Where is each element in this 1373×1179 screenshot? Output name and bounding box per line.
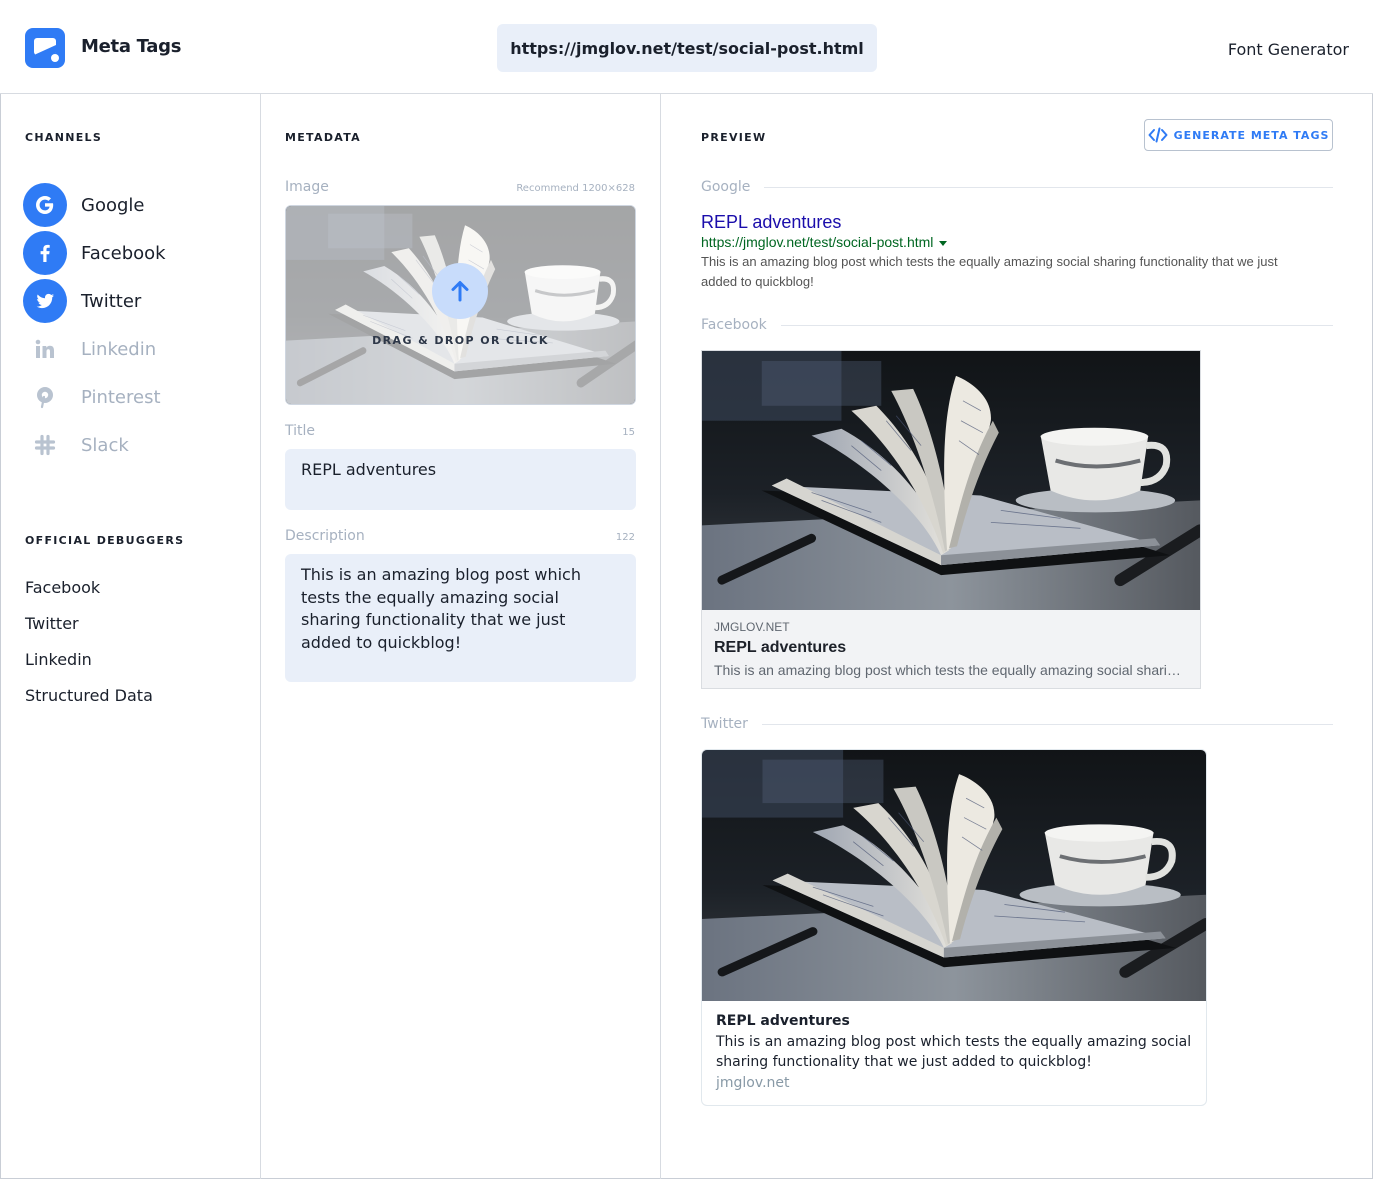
twitter-preview-meta: REPL adventures This is an amazing blog … <box>702 1001 1206 1103</box>
meta-tags-logo-icon[interactable] <box>25 28 65 68</box>
column-divider <box>660 94 661 1179</box>
image-label: Image <box>285 179 329 195</box>
channel-label: Google <box>81 194 145 216</box>
linkedin-icon <box>23 327 67 371</box>
debugger-linkedin-link[interactable]: Linkedin <box>25 650 92 669</box>
facebook-preview-card: JMGLOV.NET REPL adventures This is an am… <box>701 350 1201 689</box>
twitter-preview-description: This is an amazing blog post which tests… <box>716 1034 1192 1070</box>
channel-facebook[interactable]: Facebook <box>23 231 166 275</box>
facebook-icon <box>23 231 67 275</box>
facebook-preview-label: Facebook <box>701 317 781 333</box>
preview-heading: PREVIEW <box>701 131 767 144</box>
twitter-preview-label: Twitter <box>701 716 762 732</box>
pinterest-icon <box>23 375 67 419</box>
image-dropzone[interactable]: DRAG & DROP OR CLICK <box>285 205 636 405</box>
facebook-preview-domain: JMGLOV.NET <box>714 620 790 634</box>
top-header: Meta Tags https://jmglov.net/test/social… <box>0 0 1373 94</box>
google-result-url: https://jmglov.net/test/social-post.html <box>701 234 948 250</box>
official-debuggers-heading: OFFICIAL DEBUGGERS <box>25 534 185 547</box>
twitter-preview-image <box>702 750 1206 1001</box>
description-char-count: 122 <box>615 532 635 543</box>
generate-button-label: GENERATE META TAGS <box>1173 128 1330 142</box>
description-textarea[interactable]: This is an amazing blog post which tests… <box>285 554 636 682</box>
drag-drop-label: DRAG & DROP OR CLICK <box>372 334 549 347</box>
slack-icon <box>23 423 67 467</box>
google-url-text: https://jmglov.net/test/social-post.html <box>701 234 934 250</box>
channels-heading: CHANNELS <box>25 131 103 144</box>
channel-label: Twitter <box>81 290 142 312</box>
channel-pinterest[interactable]: Pinterest <box>23 375 161 419</box>
channel-label: Slack <box>81 434 129 456</box>
twitter-icon <box>23 279 67 323</box>
caret-down-icon <box>939 240 948 246</box>
code-icon <box>1148 127 1168 143</box>
url-input[interactable]: https://jmglov.net/test/social-post.html <box>497 24 877 72</box>
google-preview-label: Google <box>701 179 765 195</box>
debugger-facebook-link[interactable]: Facebook <box>25 578 100 597</box>
google-result-title[interactable]: REPL adventures <box>701 212 841 233</box>
app-name[interactable]: Meta Tags <box>81 36 181 57</box>
facebook-preview-meta: JMGLOV.NET REPL adventures This is an am… <box>702 610 1200 688</box>
divider <box>760 187 1333 188</box>
description-label: Description <box>285 528 365 544</box>
twitter-preview-title: REPL adventures <box>716 1013 850 1029</box>
facebook-preview-description: This is an amazing blog post which tests… <box>714 662 1188 678</box>
divider <box>775 325 1333 326</box>
channel-twitter[interactable]: Twitter <box>23 279 141 323</box>
channel-google[interactable]: Google <box>23 183 144 227</box>
divider <box>760 724 1333 725</box>
channel-slack[interactable]: Slack <box>23 423 129 467</box>
column-divider <box>260 94 261 1179</box>
facebook-preview-title: REPL adventures <box>714 639 847 656</box>
title-input[interactable]: REPL adventures <box>285 449 636 510</box>
twitter-preview-card: REPL adventures This is an amazing blog … <box>701 749 1207 1106</box>
debugger-structured-data-link[interactable]: Structured Data <box>25 686 153 705</box>
channel-label: Facebook <box>81 242 166 264</box>
debugger-twitter-link[interactable]: Twitter <box>25 614 79 633</box>
channel-label: Linkedin <box>81 338 157 360</box>
generate-meta-tags-button[interactable]: GENERATE META TAGS <box>1144 119 1333 151</box>
google-icon <box>23 183 67 227</box>
channel-linkedin[interactable]: Linkedin <box>23 327 156 371</box>
upload-arrow-icon <box>432 263 488 319</box>
image-size-hint: Recommend 1200×628 <box>516 183 635 194</box>
facebook-preview-image <box>702 351 1200 610</box>
font-generator-link[interactable]: Font Generator <box>1228 40 1349 59</box>
metadata-heading: METADATA <box>285 131 361 144</box>
channel-label: Pinterest <box>81 386 161 408</box>
twitter-preview-domain: jmglov.net <box>716 1075 790 1091</box>
title-char-count: 15 <box>622 427 635 438</box>
title-label: Title <box>285 423 316 439</box>
google-result-description: This is an amazing blog post which tests… <box>701 254 1278 289</box>
